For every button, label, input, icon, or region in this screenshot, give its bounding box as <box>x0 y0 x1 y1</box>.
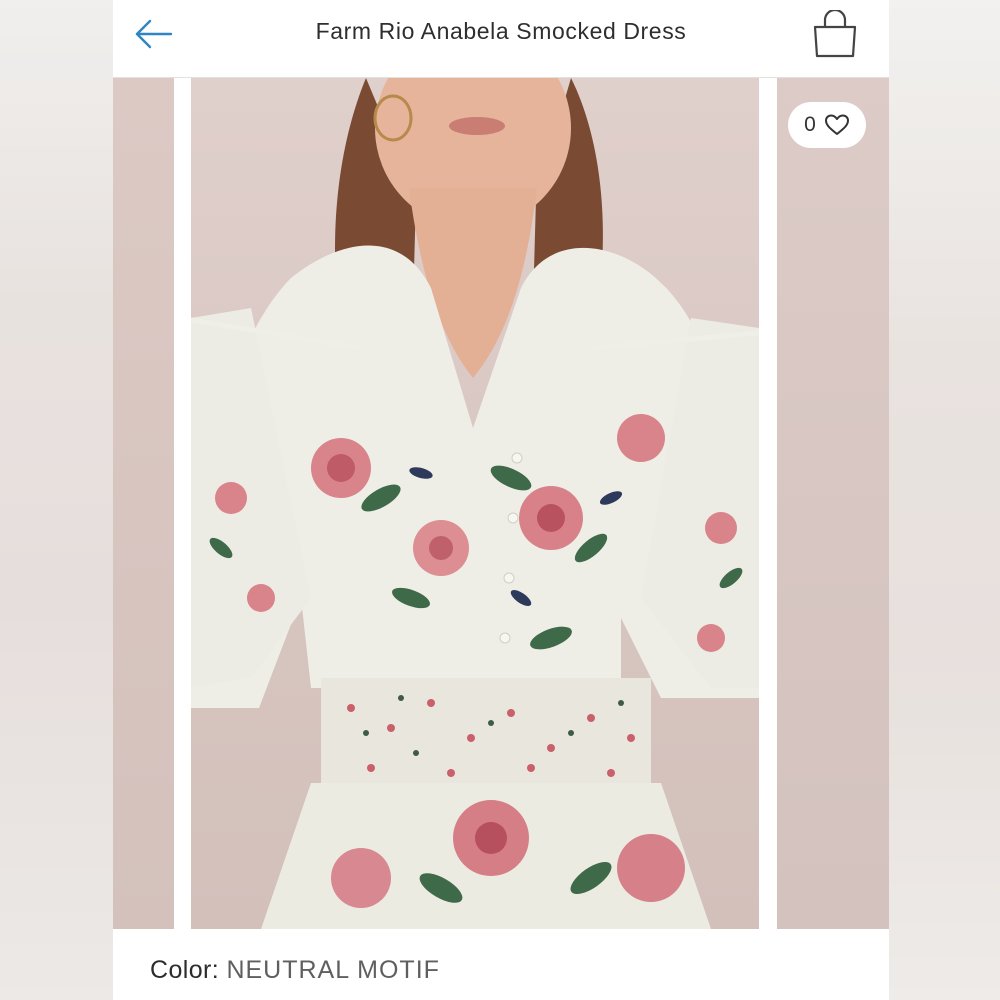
right-blurred-background <box>889 0 1000 1000</box>
color-label: Color: <box>150 956 220 984</box>
heart-outline-icon <box>824 114 849 135</box>
left-blurred-background <box>0 0 113 1000</box>
like-count: 0 <box>804 113 816 136</box>
arrow-left-icon <box>135 19 173 49</box>
app-screen: Farm Rio Anabela Smocked Dress 0 Color: … <box>113 0 889 1000</box>
top-bar: Farm Rio Anabela Smocked Dress <box>113 0 889 78</box>
color-value: NEUTRAL MOTIF <box>226 956 440 984</box>
product-details: Color: NEUTRAL MOTIF <box>113 930 889 1000</box>
shopping-bag-icon <box>813 8 857 58</box>
previous-image-peek[interactable] <box>113 78 174 929</box>
color-selection: Color: NEUTRAL MOTIF <box>150 956 440 985</box>
like-button[interactable]: 0 <box>788 102 866 148</box>
model-in-floral-dress-photo <box>191 78 759 929</box>
product-image[interactable] <box>191 78 759 929</box>
shopping-bag-button[interactable] <box>809 8 861 60</box>
page-title: Farm Rio Anabela Smocked Dress <box>315 18 687 44</box>
back-button[interactable] <box>131 16 177 54</box>
next-image-peek[interactable] <box>777 78 889 929</box>
product-image-carousel[interactable]: 0 <box>113 78 889 929</box>
